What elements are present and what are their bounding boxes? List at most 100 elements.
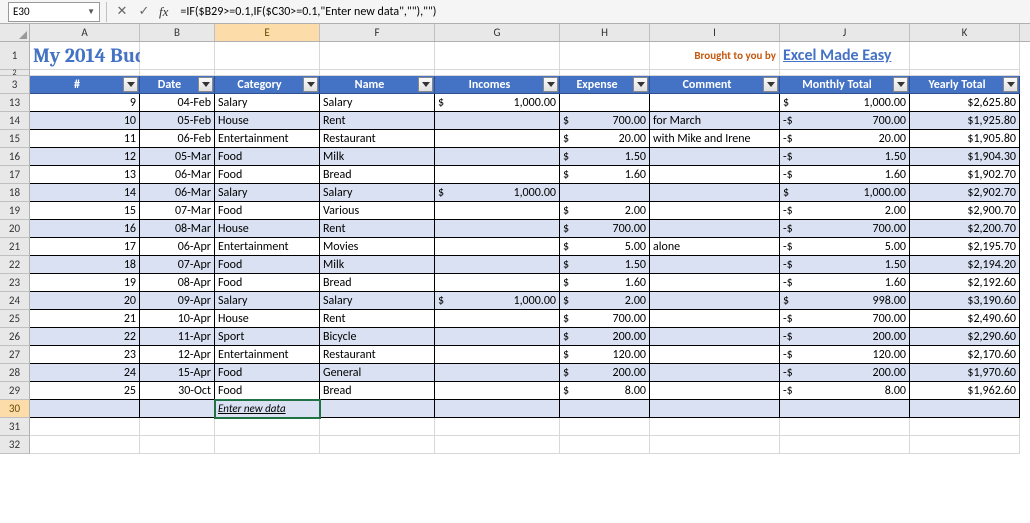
excel-made-easy-link[interactable]: Excel Made Easy (780, 42, 910, 70)
cell-date[interactable]: 06-Apr (140, 238, 215, 256)
filter-icon[interactable] (893, 77, 908, 92)
row-header[interactable]: 23 (0, 274, 30, 292)
cell[interactable] (320, 400, 435, 418)
row-header[interactable]: 17 (0, 166, 30, 184)
column-header[interactable]: B (140, 24, 215, 41)
cell-name[interactable]: Rent (320, 112, 435, 130)
cell-expense[interactable]: $700.00 (560, 112, 650, 130)
cell-name[interactable]: Bread (320, 382, 435, 400)
row-header[interactable]: 18 (0, 184, 30, 202)
cell-name[interactable]: Milk (320, 148, 435, 166)
cell-date[interactable]: 07-Apr (140, 256, 215, 274)
cell-comment[interactable] (650, 148, 780, 166)
cell-yearly[interactable]: $2,195.70 (910, 238, 1020, 256)
cell[interactable] (650, 436, 780, 454)
filter-icon[interactable] (418, 77, 433, 92)
cell-expense[interactable]: $200.00 (560, 328, 650, 346)
cell[interactable] (910, 436, 1020, 454)
col-header-comment[interactable]: Comment (650, 76, 780, 94)
cell-comment[interactable] (650, 274, 780, 292)
cell[interactable] (320, 42, 435, 70)
col-header-number[interactable]: # (30, 76, 140, 94)
column-header[interactable]: J (780, 24, 910, 41)
cell-number[interactable]: 23 (30, 346, 140, 364)
cell-expense[interactable]: $200.00 (560, 364, 650, 382)
cell-expense[interactable]: $1.50 (560, 148, 650, 166)
cell-expense[interactable]: $1.50 (560, 256, 650, 274)
filter-icon[interactable] (303, 77, 318, 92)
cell-income[interactable] (435, 220, 560, 238)
filter-icon[interactable] (123, 77, 138, 92)
row-header[interactable]: 21 (0, 238, 30, 256)
cell-category[interactable]: Salary (215, 94, 320, 112)
cell-number[interactable]: 10 (30, 112, 140, 130)
cell-date[interactable]: 10-Apr (140, 310, 215, 328)
cell-expense[interactable] (560, 94, 650, 112)
cell-number[interactable]: 14 (30, 184, 140, 202)
row-header[interactable]: 30 (0, 400, 30, 418)
select-all-corner[interactable] (0, 24, 30, 41)
col-header-expense[interactable]: Expense (560, 76, 650, 94)
cell-expense[interactable] (560, 184, 650, 202)
cell-income[interactable] (435, 256, 560, 274)
cell-name[interactable]: Restaurant (320, 130, 435, 148)
formula-input[interactable]: =IF($B29>=0.1,IF($C30>=0.1,"Enter new da… (174, 5, 1030, 19)
cell-yearly[interactable]: $1,904.30 (910, 148, 1020, 166)
cell[interactable] (140, 400, 215, 418)
filter-icon[interactable] (763, 77, 778, 92)
cell-monthly[interactable]: -$5.00 (780, 238, 910, 256)
cell[interactable] (140, 42, 215, 70)
cell-date[interactable]: 08-Apr (140, 274, 215, 292)
cell-yearly[interactable]: $1,970.60 (910, 364, 1020, 382)
cell-name[interactable]: Bread (320, 274, 435, 292)
cell-income[interactable] (435, 364, 560, 382)
cell-yearly[interactable]: $2,194.20 (910, 256, 1020, 274)
row-header[interactable]: 28 (0, 364, 30, 382)
cell-category[interactable]: Salary (215, 292, 320, 310)
cell-name[interactable]: Salary (320, 292, 435, 310)
cell[interactable] (560, 436, 650, 454)
col-header-incomes[interactable]: Incomes (435, 76, 560, 94)
cell-yearly[interactable]: $2,200.70 (910, 220, 1020, 238)
cell-category[interactable]: House (215, 112, 320, 130)
cell-number[interactable]: 15 (30, 202, 140, 220)
cell-category[interactable]: House (215, 220, 320, 238)
cell-income[interactable] (435, 346, 560, 364)
col-header-name[interactable]: Name (320, 76, 435, 94)
cell-comment[interactable] (650, 94, 780, 112)
cell-expense[interactable]: $20.00 (560, 130, 650, 148)
cell-expense[interactable]: $120.00 (560, 346, 650, 364)
cell[interactable] (30, 400, 140, 418)
cell[interactable] (435, 42, 560, 70)
cell-monthly[interactable]: $1,000.00 (780, 184, 910, 202)
cell[interactable] (30, 418, 140, 436)
cell-date[interactable]: 05-Feb (140, 112, 215, 130)
row-header[interactable]: 16 (0, 148, 30, 166)
filter-icon[interactable] (198, 77, 213, 92)
cell-monthly[interactable]: -$1.50 (780, 256, 910, 274)
cell[interactable] (910, 418, 1020, 436)
cell[interactable] (140, 436, 215, 454)
cancel-icon[interactable]: ✕ (115, 4, 129, 19)
cell[interactable] (780, 418, 910, 436)
cell-number[interactable]: 17 (30, 238, 140, 256)
cell-category[interactable]: Food (215, 256, 320, 274)
cell-category[interactable]: Sport (215, 328, 320, 346)
cell-monthly[interactable]: -$1.60 (780, 166, 910, 184)
cell-date[interactable]: 11-Apr (140, 328, 215, 346)
cell-name[interactable]: Bicycle (320, 328, 435, 346)
column-header[interactable]: E (215, 24, 320, 41)
cell-monthly[interactable]: -$700.00 (780, 220, 910, 238)
cell-expense[interactable]: $700.00 (560, 310, 650, 328)
col-header-category[interactable]: Category (215, 76, 320, 94)
cell-yearly[interactable]: $1,902.70 (910, 166, 1020, 184)
cell-number[interactable]: 24 (30, 364, 140, 382)
cell-monthly[interactable]: -$200.00 (780, 364, 910, 382)
cell-monthly[interactable]: -$700.00 (780, 310, 910, 328)
cell-number[interactable]: 13 (30, 166, 140, 184)
cell-monthly[interactable]: $998.00 (780, 292, 910, 310)
cell[interactable] (650, 400, 780, 418)
cell-category[interactable]: Food (215, 382, 320, 400)
cell-date[interactable]: 30-Oct (140, 382, 215, 400)
cell-number[interactable]: 22 (30, 328, 140, 346)
